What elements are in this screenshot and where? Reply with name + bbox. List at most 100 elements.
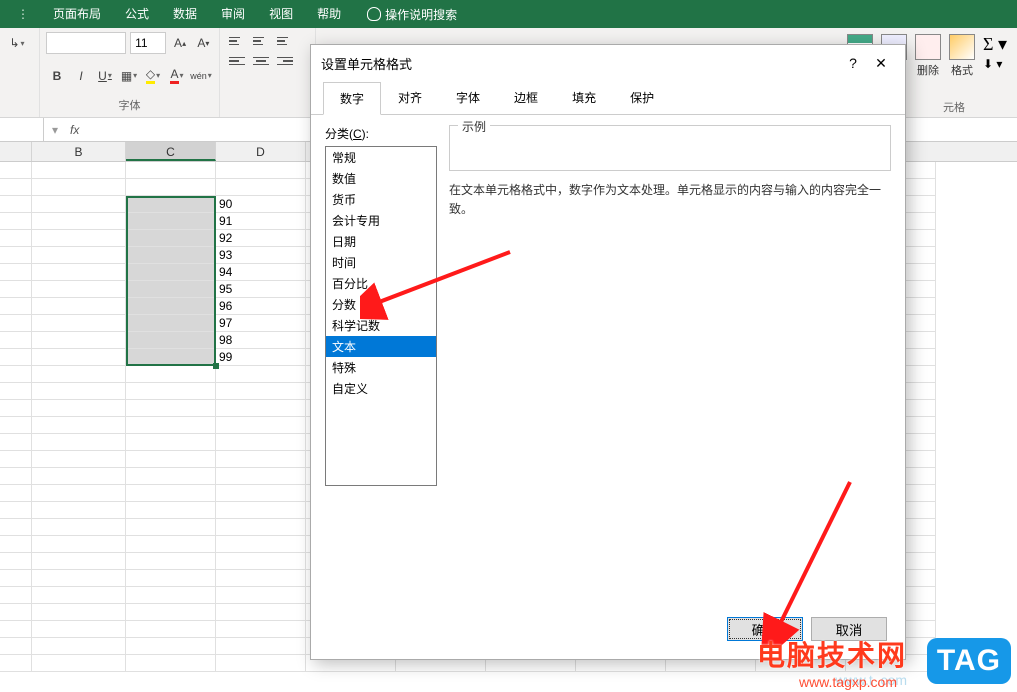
cell[interactable] — [126, 162, 216, 179]
cell[interactable]: 92 — [216, 230, 306, 247]
cell[interactable] — [0, 621, 32, 638]
cell[interactable] — [0, 400, 32, 417]
cell[interactable] — [32, 230, 126, 247]
category-item[interactable]: 货币 — [326, 189, 436, 210]
cell[interactable] — [0, 366, 32, 383]
cell[interactable] — [32, 298, 126, 315]
name-box[interactable] — [0, 118, 44, 141]
cell[interactable] — [32, 315, 126, 332]
cell[interactable]: 95 — [216, 281, 306, 298]
cell[interactable] — [0, 536, 32, 553]
ribbon-tab-help[interactable]: 帮助 — [305, 0, 353, 28]
cell[interactable] — [0, 298, 32, 315]
cell[interactable] — [126, 604, 216, 621]
category-item[interactable]: 科学记数 — [326, 315, 436, 336]
increase-font-icon[interactable]: A▴ — [170, 32, 189, 54]
cell[interactable] — [126, 349, 216, 366]
cell[interactable] — [0, 213, 32, 230]
cell[interactable] — [32, 655, 126, 672]
cell[interactable] — [32, 196, 126, 213]
cell[interactable] — [126, 451, 216, 468]
fill-icon[interactable]: ⬇ ▾ — [983, 57, 1007, 71]
cell[interactable] — [216, 162, 306, 179]
cell[interactable] — [0, 196, 32, 213]
cell[interactable] — [126, 383, 216, 400]
cell[interactable] — [32, 434, 126, 451]
cell[interactable] — [32, 264, 126, 281]
font-color-button[interactable]: A — [166, 65, 188, 87]
align-center-icon[interactable] — [250, 52, 272, 70]
dialog-tab[interactable]: 填充 — [555, 81, 613, 114]
category-item[interactable]: 百分比 — [326, 273, 436, 294]
align-middle-icon[interactable] — [250, 32, 272, 50]
cell[interactable] — [216, 451, 306, 468]
cell[interactable] — [0, 349, 32, 366]
column-header[interactable]: C — [126, 142, 216, 161]
cell[interactable] — [216, 536, 306, 553]
cell[interactable] — [126, 298, 216, 315]
cell[interactable] — [216, 621, 306, 638]
cell[interactable] — [32, 570, 126, 587]
cell[interactable] — [0, 587, 32, 604]
cell[interactable] — [32, 417, 126, 434]
cell[interactable]: 98 — [216, 332, 306, 349]
cell[interactable] — [216, 604, 306, 621]
cell[interactable] — [126, 553, 216, 570]
cell[interactable] — [32, 604, 126, 621]
ribbon-tell-me[interactable]: 操作说明搜索 — [353, 6, 457, 23]
dialog-tab[interactable]: 保护 — [613, 81, 671, 114]
cell[interactable] — [0, 264, 32, 281]
cell[interactable] — [216, 366, 306, 383]
cell[interactable] — [32, 162, 126, 179]
cell[interactable] — [0, 638, 32, 655]
cell[interactable] — [0, 468, 32, 485]
cell[interactable] — [0, 570, 32, 587]
cell[interactable] — [0, 485, 32, 502]
cell[interactable] — [0, 655, 32, 672]
cell[interactable] — [32, 468, 126, 485]
cell[interactable] — [32, 519, 126, 536]
cell[interactable] — [32, 179, 126, 196]
ribbon-tab-truncated[interactable]: ⋮ — [5, 0, 41, 28]
dialog-help-button[interactable]: ? — [839, 55, 867, 71]
cell[interactable] — [126, 468, 216, 485]
cell[interactable] — [216, 638, 306, 655]
cell[interactable]: 97 — [216, 315, 306, 332]
cell[interactable] — [0, 519, 32, 536]
cell[interactable] — [126, 213, 216, 230]
cell[interactable] — [0, 247, 32, 264]
cell[interactable] — [0, 502, 32, 519]
cell[interactable] — [0, 417, 32, 434]
cell[interactable] — [216, 570, 306, 587]
selection-handle[interactable] — [213, 363, 219, 369]
ribbon-tab-review[interactable]: 审阅 — [209, 0, 257, 28]
cell[interactable] — [126, 655, 216, 672]
cell[interactable] — [0, 315, 32, 332]
cell[interactable] — [0, 553, 32, 570]
cell[interactable] — [216, 417, 306, 434]
cell[interactable] — [126, 587, 216, 604]
cell[interactable] — [216, 179, 306, 196]
cell[interactable] — [32, 213, 126, 230]
dialog-tab[interactable]: 边框 — [497, 81, 555, 114]
cell[interactable] — [32, 485, 126, 502]
cell[interactable] — [32, 553, 126, 570]
cell[interactable] — [32, 536, 126, 553]
cell[interactable] — [126, 366, 216, 383]
font-name-input[interactable] — [46, 32, 126, 54]
underline-button[interactable]: U — [94, 65, 116, 87]
category-item[interactable]: 数值 — [326, 168, 436, 189]
cell[interactable] — [216, 553, 306, 570]
dialog-tab[interactable]: 数字 — [323, 82, 381, 115]
category-item[interactable]: 会计专用 — [326, 210, 436, 231]
cell[interactable] — [216, 383, 306, 400]
formula-dropdown-icon[interactable]: ▾ — [44, 123, 66, 137]
category-item[interactable]: 特殊 — [326, 357, 436, 378]
cell[interactable] — [216, 655, 306, 672]
dialog-tab[interactable]: 对齐 — [381, 81, 439, 114]
cell[interactable] — [32, 502, 126, 519]
italic-button[interactable]: I — [70, 65, 92, 87]
align-bottom-icon[interactable] — [274, 32, 296, 50]
dialog-tab[interactable]: 字体 — [439, 81, 497, 114]
category-item[interactable]: 自定义 — [326, 378, 436, 399]
